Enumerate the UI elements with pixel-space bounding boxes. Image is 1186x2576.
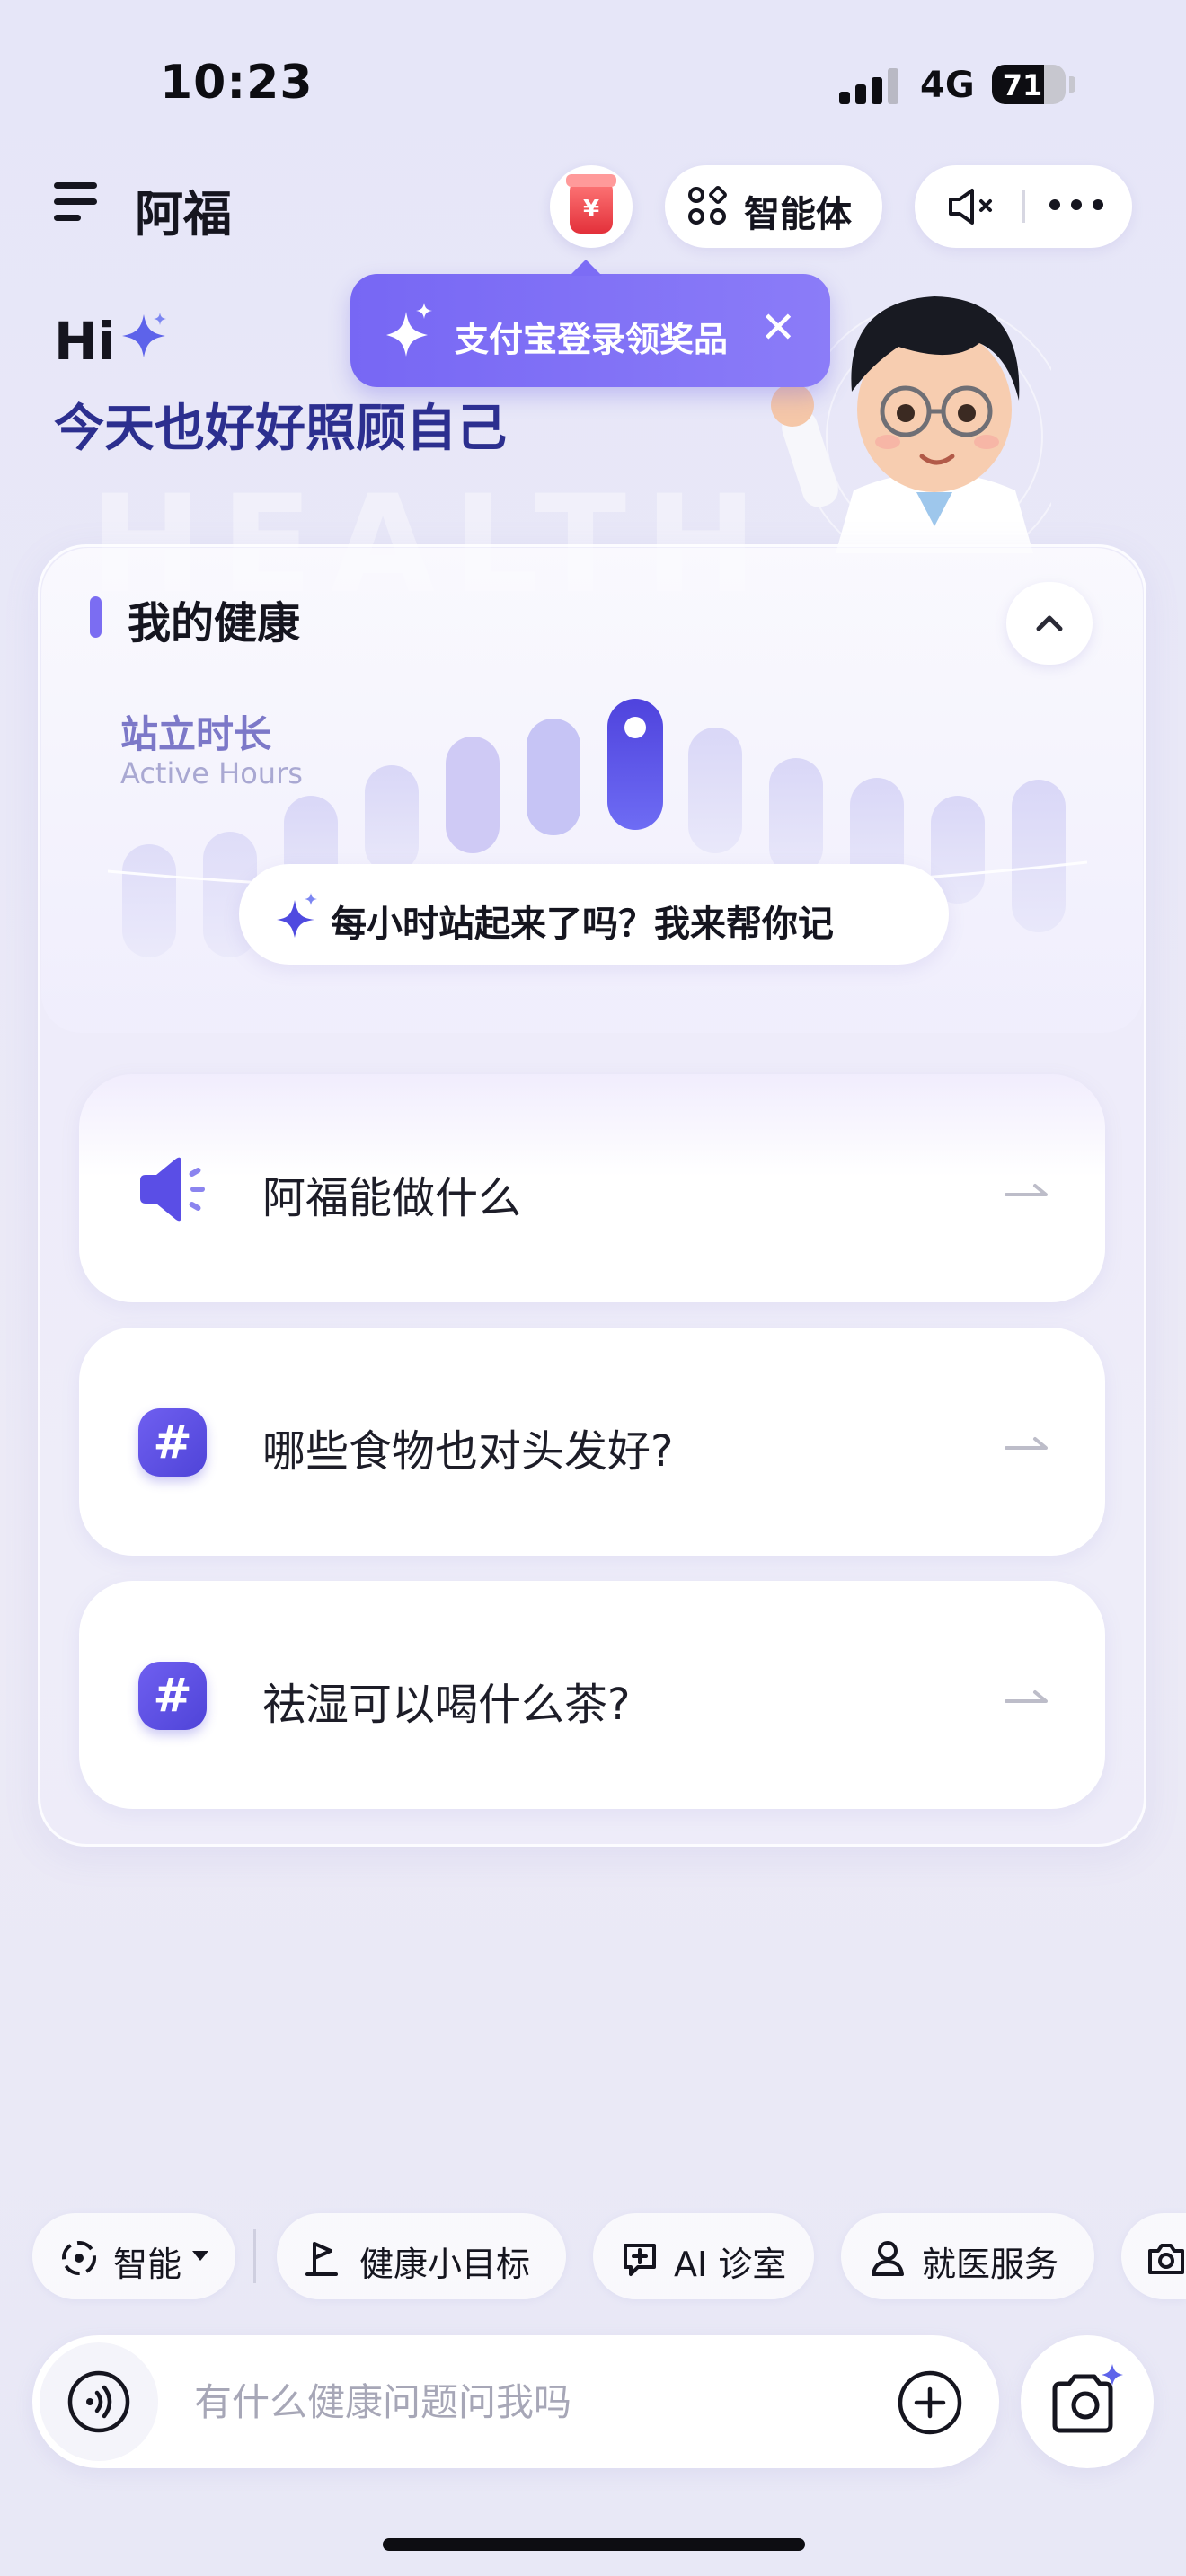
sparkle-icon	[277, 893, 317, 938]
mode-selector-chip[interactable]: 智能	[32, 2213, 235, 2299]
chip-ai-clinic[interactable]: AI 诊室	[593, 2213, 814, 2299]
health-card-title: 我的健康	[128, 598, 301, 648]
menu-icon[interactable]	[54, 182, 97, 222]
red-packet-button[interactable]: ¥	[550, 165, 633, 248]
hashtag-icon: #	[138, 1408, 207, 1477]
mute-icon[interactable]	[947, 187, 1001, 226]
arrow-right-icon	[1005, 1437, 1048, 1450]
battery-icon: 71	[992, 65, 1066, 104]
control-capsule	[915, 165, 1132, 248]
goal-flag-icon	[305, 2242, 338, 2276]
chevron-up-icon	[1036, 615, 1063, 631]
promo-tooltip[interactable]: 支付宝登录领奖品 ✕	[350, 260, 830, 387]
ai-camera-button[interactable]	[1021, 2335, 1154, 2468]
caret-down-icon	[192, 2251, 208, 2261]
chip-medical-service[interactable]: 就医服务	[841, 2213, 1094, 2299]
chat-input-bar	[32, 2335, 999, 2468]
suggestion-label: 哪些食物也对头发好?	[262, 1426, 674, 1477]
mode-label: 智能	[113, 2245, 182, 2284]
chip-label: 就医服务	[922, 2245, 1059, 2284]
speaker-icon	[140, 1157, 205, 1222]
camera-icon	[1148, 2244, 1184, 2274]
close-icon[interactable]: ✕	[760, 306, 796, 349]
suggestion-label: 阿福能做什么	[262, 1173, 522, 1223]
add-icon[interactable]	[897, 2369, 963, 2436]
chip-separator	[253, 2229, 256, 2283]
smart-mode-icon	[62, 2241, 96, 2275]
hint-text: 每小时站起来了吗？我来帮你记	[331, 904, 834, 945]
chip-label: 健康小目标	[359, 2245, 531, 2284]
status-time: 10:23	[160, 56, 314, 110]
doctor-icon	[872, 2241, 904, 2276]
agent-label: 智能体	[744, 194, 852, 235]
red-packet-icon: ¥	[566, 174, 616, 234]
greeting-hi: Hi	[54, 311, 116, 372]
metric-subtitle: Active Hours	[120, 756, 303, 790]
voice-icon	[67, 2370, 130, 2433]
suggestion-item[interactable]: # 祛湿可以喝什么茶?	[79, 1581, 1105, 1809]
chip-health-goals[interactable]: 健康小目标	[277, 2213, 566, 2299]
metric-title: 站立时长	[120, 712, 272, 756]
standing-hint-pill[interactable]: 每小时站起来了吗？我来帮你记	[239, 864, 949, 965]
more-icon[interactable]	[1049, 199, 1105, 214]
greeting-subtitle: 今天也好好照顾自己	[54, 400, 507, 458]
agent-button[interactable]: 智能体	[665, 165, 882, 248]
ai-clinic-icon	[624, 2244, 656, 2276]
capsule-divider	[1022, 190, 1025, 223]
home-indicator	[383, 2538, 805, 2551]
suggestion-item[interactable]: 阿福能做什么	[79, 1074, 1105, 1302]
sparkle-icon	[386, 303, 432, 357]
arrow-right-icon	[1005, 1690, 1048, 1703]
chat-input[interactable]	[194, 2375, 877, 2429]
signal-icon	[839, 68, 902, 104]
battery-percent: 71	[1002, 68, 1043, 102]
voice-input-button[interactable]	[40, 2342, 158, 2461]
collapse-button[interactable]	[1006, 582, 1093, 665]
camera-sparkle-icon	[1052, 2364, 1123, 2433]
network-label: 4G	[920, 65, 975, 106]
battery-tip	[1069, 76, 1075, 93]
agent-icon	[688, 184, 730, 228]
hashtag-icon: #	[138, 1662, 207, 1730]
chip-camera-partial[interactable]	[1121, 2213, 1186, 2299]
suggestion-item[interactable]: # 哪些食物也对头发好?	[79, 1328, 1105, 1556]
promo-text: 支付宝登录领奖品	[455, 320, 729, 359]
sparkle-icon	[122, 313, 166, 357]
card-accent-bar	[90, 596, 102, 638]
arrow-right-icon	[1005, 1184, 1048, 1196]
chip-label: AI 诊室	[674, 2245, 787, 2284]
app-title: 阿福	[135, 186, 232, 243]
suggestion-label: 祛湿可以喝什么茶?	[262, 1680, 631, 1730]
